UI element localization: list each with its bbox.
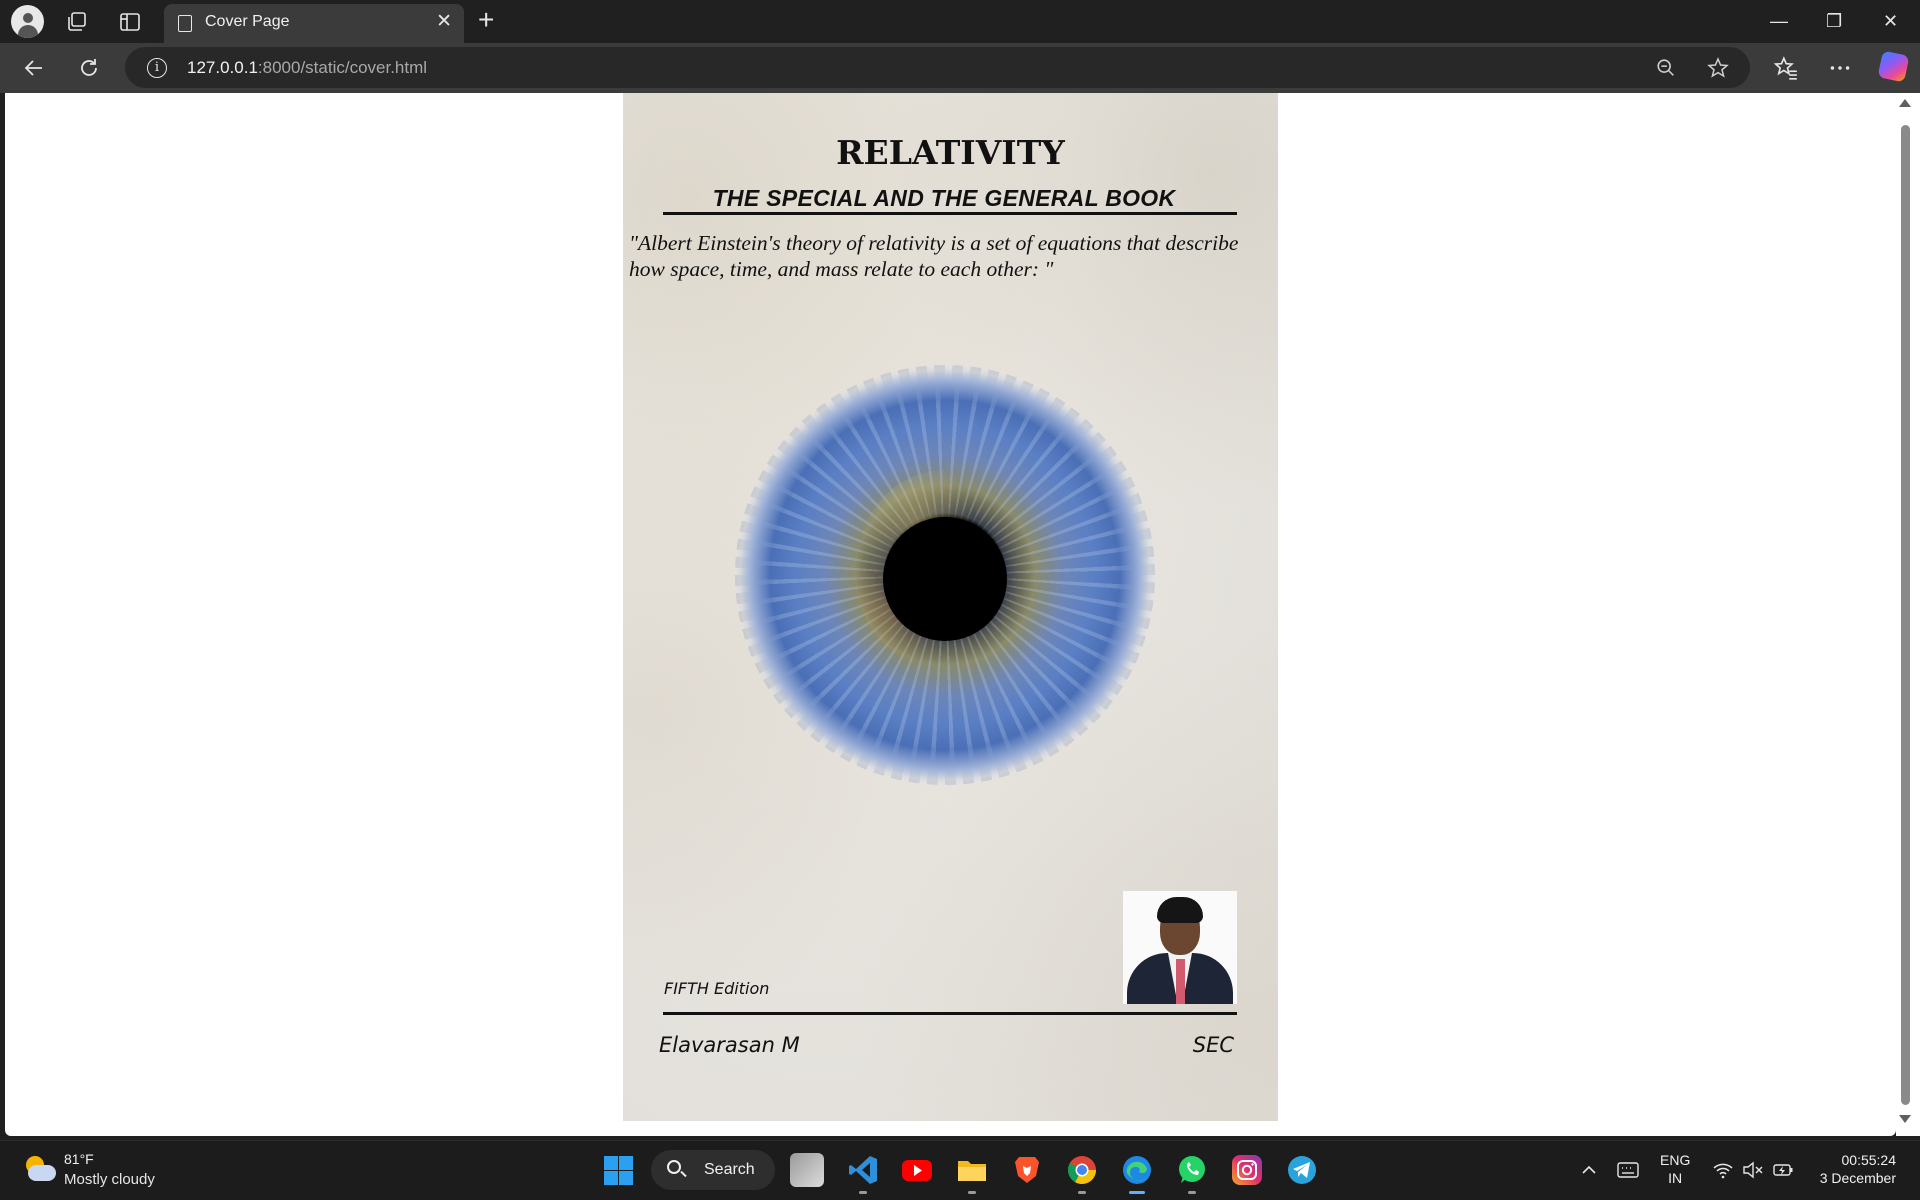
speaker-muted-icon[interactable] bbox=[1742, 1160, 1764, 1180]
restore-button[interactable]: ❐ bbox=[1826, 6, 1842, 36]
chevron-up-icon[interactable] bbox=[1580, 1161, 1598, 1179]
url-host: 127.0.0.1 bbox=[187, 58, 258, 77]
youtube-icon[interactable] bbox=[900, 1153, 934, 1187]
minimize-button[interactable]: — bbox=[1770, 6, 1788, 36]
url-text[interactable]: 127.0.0.1:8000/static/cover.html bbox=[187, 58, 427, 78]
wifi-icon[interactable] bbox=[1712, 1160, 1734, 1180]
author-name: Elavarasan M bbox=[659, 1033, 800, 1057]
vertical-tabs-icon[interactable] bbox=[118, 10, 142, 34]
cover-title: RELATIVITY bbox=[836, 133, 1065, 172]
address-bar[interactable]: i 127.0.0.1:8000/static/cover.html bbox=[125, 47, 1750, 88]
pupil bbox=[883, 517, 1007, 641]
star-icon[interactable] bbox=[1706, 56, 1730, 80]
workspaces-icon[interactable] bbox=[65, 10, 89, 34]
battery-icon[interactable] bbox=[1772, 1160, 1794, 1180]
profile-avatar-icon[interactable] bbox=[11, 5, 44, 38]
tab-cover-page[interactable]: Cover Page ✕ bbox=[164, 4, 464, 43]
bottom-divider bbox=[663, 1012, 1237, 1015]
refresh-icon[interactable] bbox=[77, 56, 101, 80]
copilot-icon[interactable] bbox=[1877, 50, 1910, 83]
system-clock[interactable]: 00:55:24 3 December bbox=[1812, 1151, 1896, 1187]
edition-label: FIFTH Edition bbox=[664, 979, 770, 998]
college-name: SEC bbox=[1192, 1033, 1234, 1057]
telegram-icon[interactable] bbox=[1285, 1153, 1319, 1187]
scrollbar-thumb[interactable] bbox=[1901, 125, 1910, 1105]
browser-toolbar: i 127.0.0.1:8000/static/cover.html bbox=[0, 43, 1920, 93]
language-indicator[interactable]: ENG IN bbox=[1660, 1151, 1690, 1187]
weather-temperature[interactable]: 81°F bbox=[64, 1151, 94, 1167]
back-arrow-icon[interactable] bbox=[22, 56, 46, 80]
url-path: :8000/static/cover.html bbox=[257, 58, 428, 77]
region-code: IN bbox=[1668, 1170, 1683, 1186]
scroll-up-icon[interactable] bbox=[1899, 99, 1911, 107]
active-indicator bbox=[1129, 1191, 1145, 1194]
weather-icon[interactable] bbox=[22, 1154, 56, 1184]
chrome-icon[interactable] bbox=[1065, 1153, 1099, 1187]
instagram-icon[interactable] bbox=[1230, 1153, 1264, 1187]
site-info-icon[interactable]: i bbox=[147, 58, 167, 78]
start-windows-icon[interactable] bbox=[601, 1153, 635, 1187]
zoom-out-icon[interactable] bbox=[1655, 57, 1677, 79]
clock-time: 00:55:24 bbox=[1841, 1152, 1897, 1168]
book-cover: RELATIVITY THE SPECIAL AND THE GENERAL B… bbox=[623, 93, 1278, 1121]
vertical-scrollbar[interactable] bbox=[1896, 93, 1920, 1136]
search-icon bbox=[667, 1160, 681, 1174]
eye-iris-image bbox=[729, 359, 1161, 791]
vscode-icon[interactable] bbox=[846, 1153, 880, 1187]
more-icon[interactable] bbox=[1827, 55, 1853, 81]
author-photo bbox=[1123, 891, 1237, 1004]
close-tab-icon[interactable]: ✕ bbox=[436, 12, 452, 32]
page-viewport: RELATIVITY THE SPECIAL AND THE GENERAL B… bbox=[5, 93, 1896, 1136]
page-icon bbox=[178, 15, 192, 32]
browser-tab-bar: Cover Page ✕ + — ❐ ✕ bbox=[0, 0, 1920, 43]
running-indicator bbox=[968, 1191, 976, 1194]
taskbar-search[interactable]: Search bbox=[651, 1150, 775, 1190]
scroll-down-icon[interactable] bbox=[1899, 1115, 1911, 1123]
weather-condition[interactable]: Mostly cloudy bbox=[64, 1171, 155, 1188]
keyboard-icon[interactable] bbox=[1617, 1160, 1639, 1180]
file-explorer-icon[interactable] bbox=[955, 1153, 989, 1187]
favorites-icon[interactable] bbox=[1773, 55, 1799, 81]
edge-icon[interactable] bbox=[1120, 1153, 1154, 1187]
new-tab-button[interactable]: + bbox=[478, 5, 494, 35]
language-code: ENG bbox=[1660, 1152, 1691, 1168]
running-indicator bbox=[1188, 1191, 1196, 1194]
brave-icon[interactable] bbox=[1010, 1153, 1044, 1187]
running-indicator bbox=[1078, 1191, 1086, 1194]
windows-taskbar: 81°F Mostly cloudy Search ENG IN 00:55:2… bbox=[0, 1140, 1920, 1200]
whatsapp-icon[interactable] bbox=[1175, 1153, 1209, 1187]
cover-quote: "Albert Einstein's theory of relativity … bbox=[629, 231, 1239, 281]
title-divider bbox=[663, 212, 1237, 215]
cover-subtitle: THE SPECIAL AND THE GENERAL BOOK bbox=[712, 185, 1176, 211]
running-indicator bbox=[859, 1191, 867, 1194]
tab-title: Cover Page bbox=[205, 13, 290, 30]
clock-date: 3 December bbox=[1819, 1170, 1896, 1186]
task-view-icon[interactable] bbox=[790, 1153, 824, 1187]
close-window-button[interactable]: ✕ bbox=[1883, 6, 1898, 36]
search-label: Search bbox=[704, 1161, 755, 1178]
